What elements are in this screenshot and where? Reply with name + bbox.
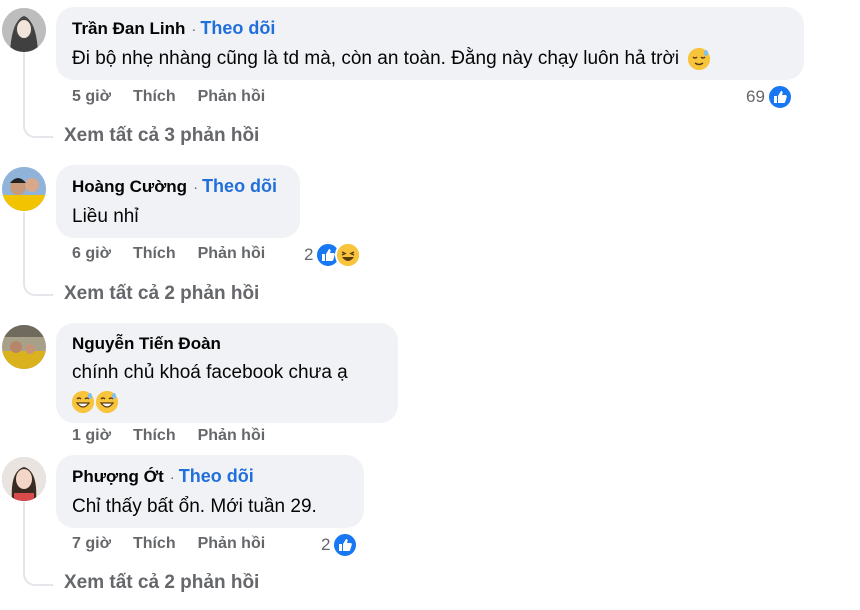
avatar[interactable] xyxy=(2,325,46,369)
reaction-summary[interactable]: 69 xyxy=(746,84,793,110)
reaction-count: 2 xyxy=(321,535,331,554)
comment-bubble: Nguyễn Tiến Đoàn chính chủ khoá facebook… xyxy=(56,323,398,423)
reaction-count: 2 xyxy=(304,245,314,264)
reply-thread-line xyxy=(23,212,53,296)
comment-text: Đi bộ nhẹ nhàng cũng là td mà, còn an to… xyxy=(72,44,788,73)
comment-timestamp[interactable]: 6 giờ xyxy=(72,245,111,262)
like-button[interactable]: Thích xyxy=(133,535,176,552)
separator-dot: · xyxy=(193,179,199,196)
separator-dot: · xyxy=(169,469,175,486)
comment-actions: 7 giờ Thích Phản hồi xyxy=(72,535,287,553)
haha-reaction-icon xyxy=(335,242,362,268)
reply-thread-line xyxy=(23,502,53,586)
comment-actions: 6 giờ Thích Phản hồi xyxy=(72,245,287,263)
comment-bubble: Hoàng Cường · Theo dõi Liều nhỉ xyxy=(56,165,300,238)
comment-actions: 1 giờ Thích Phản hồi xyxy=(72,427,287,445)
follow-button[interactable]: Theo dõi xyxy=(200,18,275,38)
comment-timestamp[interactable]: 1 giờ xyxy=(72,427,111,444)
profile-photo xyxy=(2,8,46,52)
comment-bubble: Trần Đan Linh · Theo dõi Đi bộ nhẹ nhàng c… xyxy=(56,7,804,80)
like-reaction-icon xyxy=(766,84,793,110)
comment-emoji-row xyxy=(72,387,382,416)
avatar[interactable] xyxy=(2,457,46,501)
like-button[interactable]: Thích xyxy=(133,245,176,262)
comment-timestamp[interactable]: 7 giờ xyxy=(72,535,111,552)
reply-button[interactable]: Phản hồi xyxy=(198,427,266,444)
view-replies-link[interactable]: Xem tất cả 2 phản hồi xyxy=(64,572,259,594)
avatar[interactable] xyxy=(2,8,46,52)
reply-button[interactable]: Phản hồi xyxy=(198,245,266,262)
reply-thread-line xyxy=(23,50,53,138)
comment-bubble: Phượng Ớt · Theo dõi Chỉ thấy bất ổn. Mới … xyxy=(56,455,364,528)
comment-text: chính chủ khoá facebook chưa ạ xyxy=(72,362,348,383)
reaction-summary[interactable]: 2 xyxy=(304,242,362,268)
reply-button[interactable]: Phản hồi xyxy=(198,88,266,105)
follow-button[interactable]: Theo dõi xyxy=(179,466,254,486)
like-button[interactable]: Thích xyxy=(133,88,176,105)
profile-photo xyxy=(2,167,46,211)
comment-text: Liều nhỉ xyxy=(72,206,139,227)
view-replies-link[interactable]: Xem tất cả 3 phản hồi xyxy=(64,125,259,147)
view-replies-link[interactable]: Xem tất cả 2 phản hồi xyxy=(64,283,259,305)
separator-dot: · xyxy=(191,21,197,38)
profile-photo xyxy=(2,325,46,369)
grin-sweat-emoji xyxy=(72,390,94,413)
profile-photo xyxy=(2,457,46,501)
comment-text: Chỉ thấy bất ổn. Mới tuần 29. xyxy=(72,496,317,517)
grin-sweat-emoji xyxy=(96,390,118,413)
like-button[interactable]: Thích xyxy=(133,427,176,444)
commenter-name[interactable]: Trần Đan Linh xyxy=(72,19,185,38)
comment-timestamp[interactable]: 5 giờ xyxy=(72,88,111,105)
commenter-name[interactable]: Nguyễn Tiến Đoàn xyxy=(72,334,221,353)
commenter-name[interactable]: Hoàng Cường xyxy=(72,177,187,196)
reaction-summary[interactable]: 2 xyxy=(321,532,359,558)
avatar[interactable] xyxy=(2,167,46,211)
follow-button[interactable]: Theo dõi xyxy=(202,176,277,196)
like-reaction-icon xyxy=(332,532,359,558)
reply-button[interactable]: Phản hồi xyxy=(198,535,266,552)
reaction-count: 69 xyxy=(746,87,765,106)
comment-text-body: Đi bộ nhẹ nhàng cũng là td mà, còn an to… xyxy=(72,48,680,69)
comment-actions: 5 giờ Thích Phản hồi xyxy=(72,88,287,106)
sweat-smile-emoji xyxy=(688,47,711,70)
commenter-name[interactable]: Phượng Ớt xyxy=(72,467,164,486)
